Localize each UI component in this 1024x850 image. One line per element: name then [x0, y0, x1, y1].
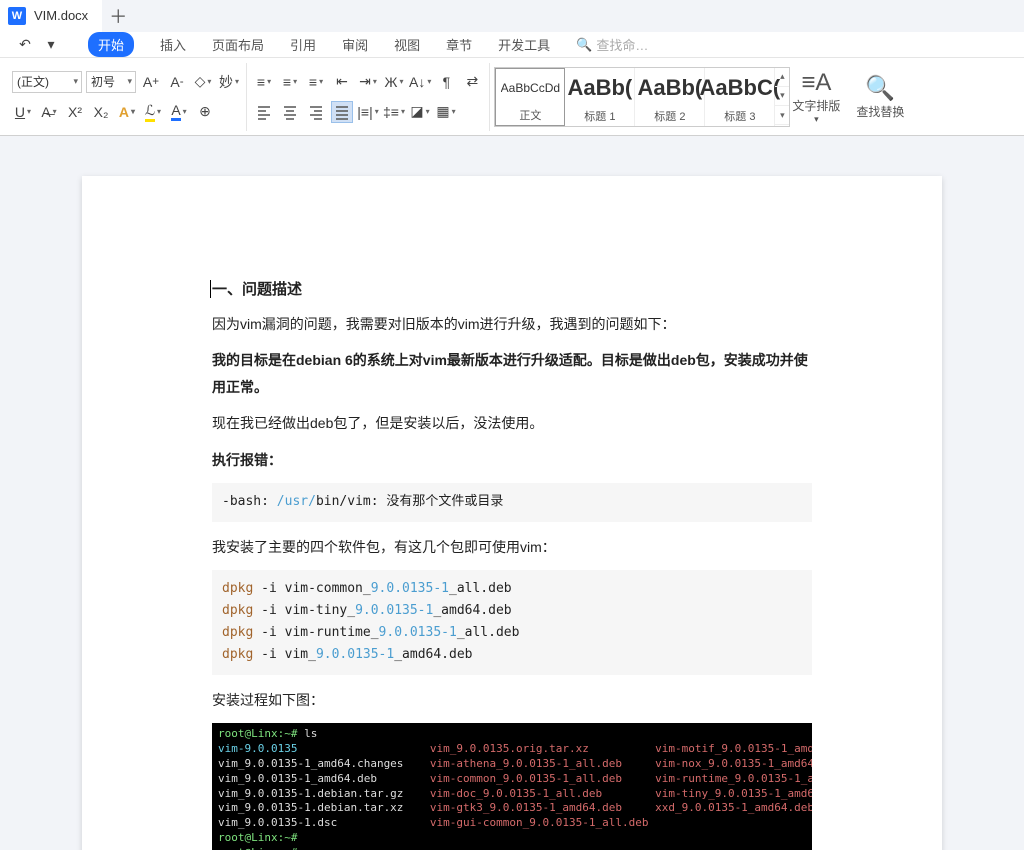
menu-view[interactable]: 视图 [394, 35, 420, 54]
document-tab[interactable]: W VIM.docx [0, 0, 102, 32]
underline-button[interactable]: U [12, 101, 34, 123]
magnifier-icon: 🔍 [865, 74, 895, 103]
undo-button[interactable]: ↶ [14, 34, 36, 56]
ribbon: (正文) 初号 A+ A- ◇ 妙 U A̶ X² X₂ A ℒ A ⊕ ≡ ≡… [0, 58, 1024, 136]
menu-references[interactable]: 引用 [290, 35, 316, 54]
styles-gallery: AaBbCcDd正文 AaBb(标题 1 AaBb(标题 2 AaBbC(标题 … [494, 67, 790, 127]
doc-heading-1: 一、问题描述 [212, 276, 812, 305]
menu-dev-tools[interactable]: 开发工具 [498, 35, 550, 54]
menu-insert[interactable]: 插入 [160, 35, 186, 54]
font-family-select[interactable]: (正文) [12, 71, 82, 93]
doc-paragraph: 我安装了主要的四个软件包，有这几个包即可使用vim： [212, 534, 812, 561]
search-icon: 🔍 [576, 37, 592, 53]
code-block-error: -bash: /usr/bin/vim: 没有那个文件或目录 [212, 483, 812, 521]
highlight-button[interactable]: ℒ [142, 101, 164, 123]
menu-bar: ↶ ▾ 开始 插入 页面布局 引用 审阅 视图 章节 开发工具 🔍 查找命… [0, 32, 1024, 58]
document-page[interactable]: 一、问题描述 因为vim漏洞的问题，我需要对旧版本的vim进行升级，我遇到的问题… [82, 176, 942, 850]
paragraph-group: ≡ ≡ ≡ ⇤ ⇥ Ж A↓ ¶ ⇄ |≡| ‡≡ ◪ ▦ [247, 63, 490, 131]
document-viewport[interactable]: 一、问题描述 因为vim漏洞的问题，我需要对旧版本的vim进行升级，我遇到的问题… [0, 136, 1024, 850]
titlebar: W VIM.docx ＋ [0, 0, 1024, 32]
text-layout-icon: ≡A [801, 69, 831, 97]
doc-paragraph: 安装过程如下图： [212, 687, 812, 714]
style-heading2[interactable]: AaBb(标题 2 [635, 68, 705, 126]
increase-indent-button[interactable]: ⇥ [357, 71, 379, 93]
numbering-button[interactable]: ≡ [279, 71, 301, 93]
align-left-button[interactable] [253, 101, 275, 123]
bullets-button[interactable]: ≡ [253, 71, 275, 93]
sort-button[interactable]: A↓ [409, 71, 431, 93]
redo-dropdown[interactable]: ▾ [40, 34, 62, 56]
font-color-button[interactable]: A [168, 101, 190, 123]
style-body[interactable]: AaBbCcDd正文 [495, 68, 565, 126]
terminal-screenshot: root@Linx:~# ls vim-9.0.0135 vim_9.0.013… [212, 723, 812, 850]
align-justify-button[interactable] [331, 101, 353, 123]
strikethrough-button[interactable]: A̶ [38, 101, 60, 123]
style-heading1[interactable]: AaBb(标题 1 [565, 68, 635, 126]
text-layout-button[interactable]: ≡A 文字排版▾ [790, 63, 842, 131]
align-right-button[interactable] [305, 101, 327, 123]
font-group: (正文) 初号 A+ A- ◇ 妙 U A̶ X² X₂ A ℒ A ⊕ [6, 63, 247, 131]
line-spacing-button[interactable]: ‡≡ [383, 101, 405, 123]
wps-word-icon: W [8, 7, 26, 25]
clear-format-button[interactable]: ◇ [192, 71, 214, 93]
code-block-dpkg: dpkg -i vim-common_9.0.0135-1_all.debdpk… [212, 570, 812, 674]
subscript-button[interactable]: X₂ [90, 101, 112, 123]
shading-button[interactable]: ◪ [409, 101, 431, 123]
document-title: VIM.docx [34, 8, 88, 23]
outline-button[interactable]: ≡ [305, 71, 327, 93]
menu-review[interactable]: 审阅 [342, 35, 368, 54]
distribute-button[interactable]: |≡| [357, 101, 379, 123]
menu-page-layout[interactable]: 页面布局 [212, 35, 264, 54]
find-replace-button[interactable]: 🔍 查找替换 [854, 63, 906, 131]
styles-scroll[interactable]: ▴▾▾ [775, 68, 789, 126]
new-tab-button[interactable]: ＋ [102, 0, 134, 32]
increase-font-button[interactable]: A+ [140, 71, 162, 93]
asian-layout-button[interactable]: Ж [383, 71, 405, 93]
superscript-button[interactable]: X² [64, 101, 86, 123]
doc-paragraph: 因为vim漏洞的问题，我需要对旧版本的vim进行升级，我遇到的问题如下： [212, 311, 812, 338]
search-box[interactable]: 🔍 查找命… [576, 35, 648, 54]
doc-subheading: 执行报错： [212, 447, 812, 474]
font-size-select[interactable]: 初号 [86, 71, 136, 93]
doc-paragraph: 现在我已经做出deb包了，但是安装以后，没法使用。 [212, 410, 812, 437]
phonetic-guide-button[interactable]: 妙 [218, 71, 240, 93]
show-marks-button[interactable]: ¶ [435, 71, 457, 93]
doc-paragraph-bold: 我的目标是在debian 6的系统上对vim最新版本进行升级适配。目标是做出de… [212, 347, 812, 400]
tab-stop-button[interactable]: ⇄ [461, 71, 483, 93]
align-center-button[interactable] [279, 101, 301, 123]
text-cursor [210, 280, 211, 298]
enclose-char-button[interactable]: ⊕ [194, 101, 216, 123]
search-placeholder: 查找命… [596, 35, 648, 54]
decrease-indent-button[interactable]: ⇤ [331, 71, 353, 93]
decrease-font-button[interactable]: A- [166, 71, 188, 93]
style-heading3[interactable]: AaBbC(标题 3 [705, 68, 775, 126]
menu-start[interactable]: 开始 [88, 32, 134, 57]
borders-button[interactable]: ▦ [435, 101, 457, 123]
text-effects-button[interactable]: A [116, 101, 138, 123]
menu-chapter[interactable]: 章节 [446, 35, 472, 54]
